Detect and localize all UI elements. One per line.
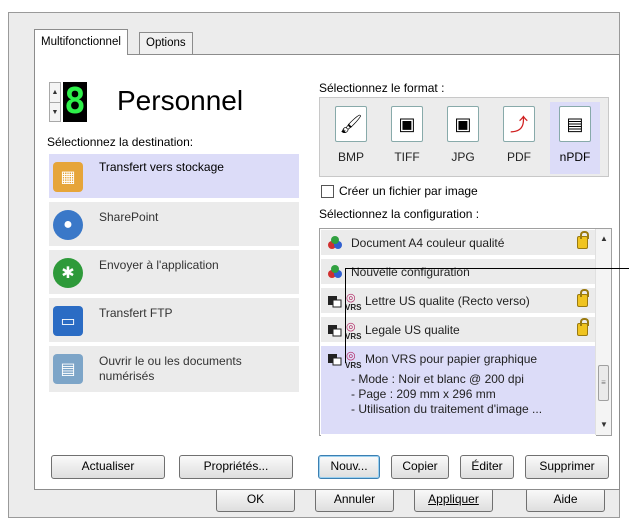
config-item[interactable]: Document A4 couleur qualité <box>321 230 596 257</box>
properties-button[interactable]: Propriétés... <box>179 455 293 479</box>
one-file-per-image-checkbox[interactable] <box>321 185 334 198</box>
lock-icon <box>577 318 589 336</box>
lock-icon <box>577 231 589 249</box>
format-jpg[interactable]: ▣ JPG <box>438 102 488 174</box>
dest-item-ftp[interactable]: ▭ Transfert FTP <box>49 298 299 344</box>
config-scrollbar[interactable]: ▲ ≡ ▼ <box>595 229 611 435</box>
ftp-icon: ▭ <box>53 306 83 336</box>
config-item[interactable]: ◎ VRS Legale US qualite <box>321 317 596 344</box>
copy-button[interactable]: Copier <box>391 455 449 479</box>
new-button[interactable]: Nouv... <box>318 455 380 479</box>
dest-item-label: Transfert FTP <box>99 306 173 320</box>
dest-item-storage[interactable]: ▦ Transfert vers stockage <box>49 154 299 200</box>
profile-spinner[interactable]: ▲ ▼ <box>49 82 61 122</box>
config-color-icon <box>328 236 342 249</box>
tiff-icon: ▣ <box>391 106 423 142</box>
cancel-button[interactable]: Annuler <box>315 488 394 512</box>
dest-item-application[interactable]: ✱ Envoyer à l'application <box>49 250 299 296</box>
configuration-label: Sélectionnez la configuration : <box>319 207 480 221</box>
vrs-badge: VRS <box>345 361 362 370</box>
main-panel: ▲ ▼ 8 Personnel Sélectionnez la destinat… <box>34 54 620 490</box>
sharepoint-icon: ● <box>53 210 83 240</box>
format-npdf[interactable]: ▤ nPDF <box>550 102 600 174</box>
config-color-icon <box>328 265 342 278</box>
configuration-list: Document A4 couleur qualité Nouvelle con… <box>319 228 612 436</box>
config-name: Document A4 couleur qualité <box>351 236 505 250</box>
edit-button[interactable]: Éditer <box>460 455 514 479</box>
jpg-icon: ▣ <box>447 106 479 142</box>
profile-name: Personnel <box>117 85 244 116</box>
format-label: Sélectionnez le format : <box>319 81 445 95</box>
lock-icon <box>577 289 589 307</box>
scroll-thumb[interactable]: ≡ <box>598 365 609 401</box>
help-button[interactable]: Aide <box>526 488 605 512</box>
format-label-text: BMP <box>337 150 364 164</box>
refresh-button[interactable]: Actualiser <box>51 455 165 479</box>
config-detail-page: - Page : 209 mm x 296 mm <box>351 387 496 401</box>
config-item[interactable]: Nouvelle configuration <box>321 259 596 286</box>
ok-button[interactable]: OK <box>216 488 295 512</box>
format-label-text: nPDF <box>559 150 591 164</box>
config-detail-processing: - Utilisation du traitement d'image ... <box>351 402 543 416</box>
scroll-up-icon[interactable]: ▲ <box>596 231 612 247</box>
spin-up-icon[interactable]: ▲ <box>50 83 60 102</box>
scroll-down-icon[interactable]: ▼ <box>596 417 612 433</box>
config-bw-icon <box>328 325 342 337</box>
format-label-text: TIFF <box>394 150 420 164</box>
scanner-dialog: Multifonctionnel Options ▲ ▼ 8 Personnel… <box>8 12 620 518</box>
config-item[interactable]: ◎ VRS Lettre US qualite (Recto verso) <box>321 288 596 315</box>
open-document-icon: ▤ <box>53 354 83 384</box>
config-name: Mon VRS pour papier graphique <box>365 352 538 366</box>
format-label-text: PDF <box>507 150 531 164</box>
dest-item-label: Ouvrir le ou les documents numérisés <box>99 354 242 383</box>
npdf-icon: ▤ <box>559 106 591 142</box>
format-selector: 🖌 BMP ▣ TIFF ▣ JPG ⤴ PDF ▤ nPDF <box>319 97 609 177</box>
tab-multifonctionnel[interactable]: Multifonctionnel <box>34 29 128 55</box>
callout-line <box>345 268 629 269</box>
pdf-icon: ⤴ <box>503 106 535 142</box>
destination-label: Sélectionnez la destination: <box>47 135 194 149</box>
delete-button[interactable]: Supprimer <box>525 455 609 479</box>
format-pdf[interactable]: ⤴ PDF <box>494 102 544 174</box>
format-tiff[interactable]: ▣ TIFF <box>382 102 432 174</box>
profile-digit: 8 <box>63 81 87 122</box>
tab-options[interactable]: Options <box>139 32 193 54</box>
dest-item-label: SharePoint <box>99 210 159 224</box>
config-bw-icon <box>328 354 342 366</box>
config-bw-icon <box>328 296 342 308</box>
format-bmp[interactable]: 🖌 BMP <box>326 102 376 174</box>
config-detail-mode: - Mode : Noir et blanc @ 200 dpi <box>351 372 524 386</box>
dest-item-sharepoint[interactable]: ● SharePoint <box>49 202 299 248</box>
send-to-app-icon: ✱ <box>53 258 83 288</box>
dest-item-label: Transfert vers stockage <box>99 160 224 174</box>
dest-item-open-documents[interactable]: ▤ Ouvrir le ou les documents numérisés <box>49 346 299 394</box>
spin-down-icon[interactable]: ▼ <box>50 102 60 121</box>
vrs-badge: VRS <box>345 303 362 312</box>
config-name: Lettre US qualite (Recto verso) <box>365 294 530 308</box>
callout-line-vertical <box>345 268 346 363</box>
one-file-per-image-label: Créer un fichier par image <box>339 184 478 198</box>
config-name: Legale US qualite <box>365 323 460 337</box>
format-label-text: JPG <box>451 150 475 164</box>
config-item-selected[interactable]: ◎ VRS Mon VRS pour papier graphique - Mo… <box>321 346 596 436</box>
vrs-badge: VRS <box>345 332 362 341</box>
dest-item-label: Envoyer à l'application <box>99 258 219 272</box>
storage-transfer-icon: ▦ <box>53 162 83 192</box>
apply-button[interactable]: Appliquer <box>414 488 493 512</box>
destination-list: ▦ Transfert vers stockage ● SharePoint ✱… <box>49 154 299 418</box>
bmp-icon: 🖌 <box>335 106 367 142</box>
